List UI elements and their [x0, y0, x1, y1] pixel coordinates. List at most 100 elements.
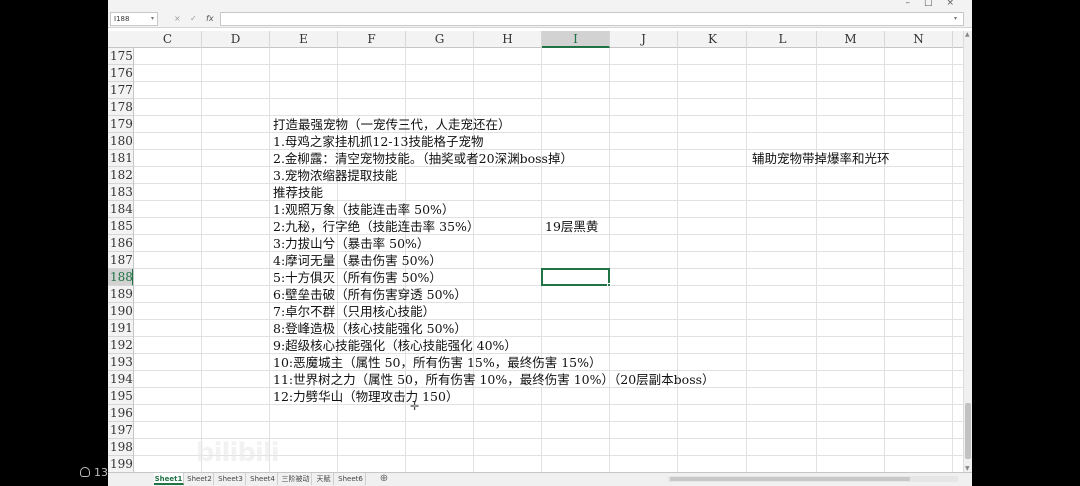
row-header-189[interactable]: 189 — [108, 286, 133, 303]
row-header-187[interactable]: 187 — [108, 252, 133, 269]
add-sheet-icon[interactable]: ⊕ — [378, 473, 390, 485]
row-header-186[interactable]: 186 — [108, 235, 133, 252]
cell-e181[interactable]: 2.金柳露：清空宠物技能。（抽奖或者20深渊boss掉） — [273, 150, 573, 167]
cell-e186[interactable]: 3:力拔山兮（暴击率 50%） — [273, 235, 429, 252]
cell-e188[interactable]: 5:十方俱灭（所有伤害 50%） — [273, 269, 442, 286]
column-header-i[interactable]: I — [542, 31, 610, 48]
gridline-vertical — [269, 48, 270, 472]
sheet-tab[interactable]: Sheet6 — [336, 473, 366, 485]
row-header-191[interactable]: 191 — [108, 320, 133, 337]
cell-e184[interactable]: 1:观照万象（技能连击率 50%） — [273, 201, 454, 218]
selected-cell[interactable] — [541, 268, 611, 287]
gridline-vertical — [884, 48, 885, 472]
formula-input[interactable]: ▾ — [220, 12, 964, 26]
horizontal-scrollbar[interactable] — [668, 476, 958, 482]
gridline-horizontal — [134, 183, 963, 184]
cell-i185[interactable]: 19层黑黄 — [545, 218, 598, 235]
bilibili-watermark: bilibili — [196, 438, 280, 468]
row-header-198[interactable]: 198 — [108, 439, 133, 456]
row-header-196[interactable]: 196 — [108, 405, 133, 422]
row-header-197[interactable]: 197 — [108, 422, 133, 439]
cell-e191[interactable]: 8:登峰造极（核心技能强化 50%） — [273, 320, 467, 337]
column-header-n[interactable]: N — [885, 31, 953, 48]
row-header-188[interactable]: 188 — [108, 269, 133, 286]
fill-handle[interactable] — [607, 283, 611, 287]
formula-bar: I188 ▾ × ✓ fx ▾ — [108, 10, 972, 28]
expand-formula-icon[interactable]: ▾ — [954, 15, 957, 22]
cell-e192[interactable]: 9:超级核心技能强化（核心技能强化 40%） — [273, 337, 517, 354]
row-header-194[interactable]: 194 — [108, 371, 133, 388]
column-header-k[interactable]: K — [679, 31, 747, 48]
cell-e195[interactable]: 12:力劈华山（物理攻击力 150） — [273, 388, 458, 405]
column-headers: CDEFGHIJKLMN — [108, 31, 963, 48]
row-header-193[interactable]: 193 — [108, 354, 133, 371]
cell-e194[interactable]: 11:世界树之力（属性 50，所有伤害 10%，最终伤害 10%）（20层副本b… — [273, 371, 715, 388]
gridline-horizontal — [134, 421, 963, 422]
gridline-horizontal — [134, 81, 963, 82]
cell-e185[interactable]: 2:九秘，行字绝（技能连击率 35%） — [273, 218, 479, 235]
cell-e193[interactable]: 10:恶魔城主（属性 50，所有伤害 15%，最终伤害 15%） — [273, 354, 602, 371]
window-controls[interactable]: –□× — [905, 0, 968, 8]
row-header-182[interactable]: 182 — [108, 167, 133, 184]
column-header-l[interactable]: L — [749, 31, 817, 48]
gridline-vertical — [609, 48, 610, 472]
column-header-e[interactable]: E — [270, 31, 338, 48]
sheet-tab[interactable]: Sheet3 — [216, 473, 246, 485]
viewer-count-value: 13 — [94, 466, 108, 479]
enter-icon[interactable]: ✓ — [190, 14, 197, 24]
row-header-175[interactable]: 175 — [108, 48, 133, 65]
gridline-horizontal — [134, 319, 963, 320]
scroll-up-icon[interactable]: ▲ — [965, 31, 970, 38]
column-header-m[interactable]: M — [817, 31, 885, 48]
cell-e189[interactable]: 6:壁垒击破（所有伤害穿透 50%） — [273, 286, 467, 303]
sheet-tab[interactable]: Sheet4 — [248, 473, 278, 485]
gridline-horizontal — [134, 302, 963, 303]
viewer-count: 13 — [80, 466, 108, 479]
cell-e180[interactable]: 1.母鸡之家挂机抓12-13技能格子宠物 — [273, 133, 483, 150]
sheet-tab[interactable]: Sheet1 — [154, 473, 184, 485]
name-box[interactable]: I188 ▾ — [110, 12, 158, 26]
vertical-scroll-thumb[interactable] — [965, 403, 971, 459]
cell-grid[interactable]: 打造最强宠物（一宠传三代，人走宠还在） 1.母鸡之家挂机抓12-13技能格子宠物 2… — [134, 48, 963, 472]
vertical-scrollbar[interactable]: ▲ ▼ — [963, 31, 972, 472]
row-header-176[interactable]: 176 — [108, 65, 133, 82]
row-header-185[interactable]: 185 — [108, 218, 133, 235]
sheet-tab[interactable]: Sheet2 — [186, 473, 214, 485]
row-header-190[interactable]: 190 — [108, 303, 133, 320]
cell-e183[interactable]: 推荐技能 — [273, 184, 323, 201]
cell-e187[interactable]: 4:摩诃无量（暴击伤害 50%） — [273, 252, 442, 269]
cell-e190[interactable]: 7:卓尔不群（只用核心技能） — [273, 303, 435, 320]
column-header-j[interactable]: J — [610, 31, 678, 48]
row-header-181[interactable]: 181 — [108, 150, 133, 167]
gridline-vertical — [677, 48, 678, 472]
gridline-horizontal — [134, 64, 963, 65]
row-header-183[interactable]: 183 — [108, 184, 133, 201]
chevron-down-icon[interactable]: ▾ — [151, 13, 154, 25]
column-header-f[interactable]: F — [338, 31, 406, 48]
gridline-vertical — [473, 48, 474, 472]
row-header-177[interactable]: 177 — [108, 82, 133, 99]
column-header-g[interactable]: G — [406, 31, 474, 48]
scroll-down-icon[interactable]: ▼ — [965, 465, 970, 472]
row-header-192[interactable]: 192 — [108, 337, 133, 354]
column-header-c[interactable]: C — [134, 31, 202, 48]
row-header-195[interactable]: 195 — [108, 388, 133, 405]
column-header-d[interactable]: D — [202, 31, 270, 48]
cell-e179[interactable]: 打造最强宠物（一宠传三代，人走宠还在） — [273, 116, 511, 133]
row-header-199[interactable]: 199 — [108, 456, 133, 472]
horizontal-scroll-thumb[interactable] — [670, 477, 910, 481]
cell-e182[interactable]: 3.宠物浓缩器提取技能 — [273, 167, 397, 184]
gridline-vertical — [201, 48, 202, 472]
viewer-icon — [80, 467, 90, 477]
sheet-tab[interactable]: 三阶被动 — [280, 473, 312, 485]
cancel-icon[interactable]: × — [174, 14, 181, 24]
sheet-tab[interactable]: 天赋 — [314, 473, 334, 485]
row-header-179[interactable]: 179 — [108, 116, 133, 133]
row-header-180[interactable]: 180 — [108, 133, 133, 150]
gridline-vertical — [541, 48, 542, 472]
column-header-h[interactable]: H — [474, 31, 542, 48]
cell-l181[interactable]: 辅助宠物带掉爆率和光环 — [752, 150, 890, 167]
row-header-184[interactable]: 184 — [108, 201, 133, 218]
fx-icon[interactable]: fx — [206, 14, 214, 24]
row-header-178[interactable]: 178 — [108, 99, 133, 116]
